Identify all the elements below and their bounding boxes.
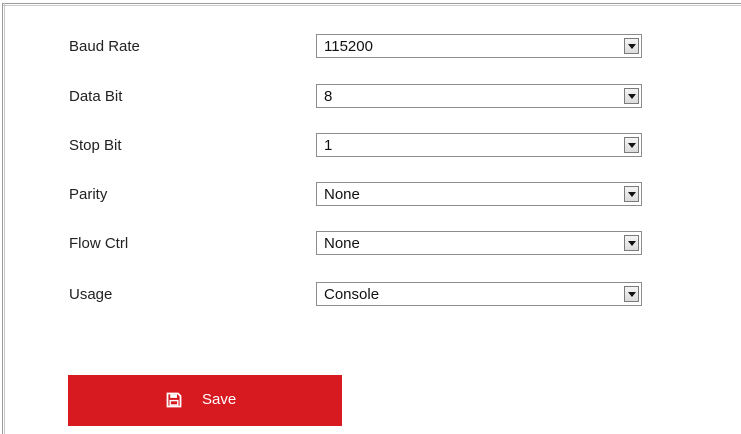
flow-ctrl-row: Flow Ctrl None xyxy=(0,231,741,255)
flow-ctrl-value: None xyxy=(324,235,360,252)
save-button-label: Save xyxy=(202,391,237,408)
usage-label: Usage xyxy=(69,286,113,303)
baud-rate-select[interactable]: 115200 xyxy=(316,34,642,58)
chevron-down-icon[interactable] xyxy=(624,235,639,251)
panel-left-border xyxy=(2,3,5,434)
chevron-down-icon[interactable] xyxy=(624,137,639,153)
parity-row: Parity None xyxy=(0,182,741,206)
usage-select[interactable]: Console xyxy=(316,282,642,306)
stop-bit-label: Stop Bit xyxy=(69,137,122,154)
data-bit-label: Data Bit xyxy=(69,88,123,105)
parity-label: Parity xyxy=(69,186,108,203)
data-bit-select[interactable]: 8 xyxy=(316,84,642,108)
panel-top-border xyxy=(2,3,741,6)
baud-rate-value: 115200 xyxy=(324,38,373,55)
data-bit-value: 8 xyxy=(324,88,333,105)
settings-panel: Baud Rate 115200 Data Bit 8 Stop Bit 1 P… xyxy=(0,0,741,434)
chevron-down-icon[interactable] xyxy=(624,38,639,54)
usage-value: Console xyxy=(324,286,380,303)
floppy-disk-icon xyxy=(166,392,182,408)
chevron-down-icon[interactable] xyxy=(624,186,639,202)
flow-ctrl-label: Flow Ctrl xyxy=(69,235,129,252)
stop-bit-row: Stop Bit 1 xyxy=(0,133,741,157)
save-button[interactable]: Save xyxy=(68,375,342,426)
parity-value: None xyxy=(324,186,360,203)
chevron-down-icon[interactable] xyxy=(624,286,639,302)
data-bit-row: Data Bit 8 xyxy=(0,84,741,108)
flow-ctrl-select[interactable]: None xyxy=(316,231,642,255)
baud-rate-row: Baud Rate 115200 xyxy=(0,34,741,58)
baud-rate-label: Baud Rate xyxy=(69,38,140,55)
stop-bit-select[interactable]: 1 xyxy=(316,133,642,157)
parity-select[interactable]: None xyxy=(316,182,642,206)
stop-bit-value: 1 xyxy=(324,137,333,154)
usage-row: Usage Console xyxy=(0,282,741,306)
chevron-down-icon[interactable] xyxy=(624,88,639,104)
